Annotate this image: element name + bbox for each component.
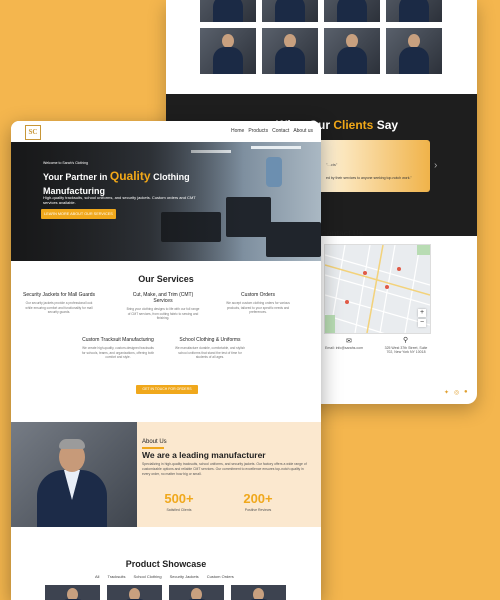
about-label: About Us (142, 439, 167, 445)
top-nav: SC Home Products Contact About us (11, 121, 321, 142)
filter-custom-orders[interactable]: Custom Orders (207, 574, 234, 579)
showcase-filters: All Tracksuits School Clothing Security … (95, 574, 234, 579)
testimonial-card: "...cts" ed by their services to anyone … (316, 140, 430, 192)
filter-all[interactable]: All (95, 574, 99, 579)
product-thumbnail[interactable] (324, 28, 380, 74)
services-title: Our Services (138, 274, 194, 284)
stat-satisfied-clients: 500+ Satisfied Clients (164, 491, 194, 512)
about-section: About Us We are a leading manufacturer S… (11, 422, 321, 527)
contact-map[interactable]: + − (324, 244, 431, 334)
map-streets (325, 245, 430, 333)
hero-section: Welcome to Sarah's Clothing Your Partner… (11, 142, 321, 261)
facebook-icon[interactable]: ● (464, 389, 468, 395)
learn-more-button[interactable]: LEARN MORE ABOUT OUR SERVICES (41, 209, 116, 219)
brand-logo[interactable]: SC (25, 125, 41, 140)
chevron-right-icon[interactable]: › (434, 160, 437, 171)
showcase-title: Product Showcase (125, 559, 207, 569)
nav-link-products[interactable]: Products (248, 128, 268, 134)
product-thumbnail[interactable] (200, 28, 256, 74)
map-pin-icon (345, 300, 349, 304)
front-page-window: SC Home Products Contact About us Welcom… (11, 121, 321, 600)
showcase-product[interactable] (45, 585, 100, 600)
showcase-product[interactable] (169, 585, 224, 600)
service-card[interactable]: Custom Orders We accept custom clothing … (221, 292, 295, 315)
nav-link-home[interactable]: Home (231, 128, 244, 134)
service-card[interactable]: Cut, Make, and Trim (CMT) Services Bring… (126, 292, 200, 321)
instagram-icon[interactable]: ◎ (454, 389, 459, 396)
twitter-icon[interactable]: ✦ (444, 389, 449, 396)
product-thumbnail[interactable] (386, 0, 442, 22)
contact-address: 325 West 37th Street, Suite 702, New Yor… (384, 346, 428, 354)
hero-subtitle: High-quality tracksuits, school uniforms… (43, 195, 196, 205)
map-pin-icon (397, 267, 401, 271)
about-photo (11, 422, 137, 527)
map-zoom-out-button[interactable]: − (418, 319, 426, 327)
map-pin-icon (385, 285, 389, 289)
service-card[interactable]: School Clothing & Uniforms We manufactur… (173, 337, 247, 360)
hero-welcome: Welcome to Sarah's Clothing (43, 161, 88, 165)
contact-title: Contact Us (321, 229, 364, 238)
service-card[interactable]: Security Jackets for Mall Guards Our sec… (22, 292, 96, 315)
contact-email[interactable]: Email: info@sarahs.com (324, 346, 364, 350)
product-thumbnail[interactable] (200, 0, 256, 22)
product-thumbnail[interactable] (262, 28, 318, 74)
filter-school-clothing[interactable]: School Clothing (134, 574, 162, 579)
showcase-product[interactable] (231, 585, 286, 600)
about-divider (142, 447, 164, 449)
location-icon: ⚲ (403, 337, 409, 344)
nav-link-about[interactable]: About us (293, 128, 313, 134)
filter-security-jackets[interactable]: Security Jackets (170, 574, 199, 579)
product-thumbnail[interactable] (262, 0, 318, 22)
filter-tracksuits[interactable]: Tracksuits (107, 574, 125, 579)
testimonial-text: ed by their services to anyone seeking t… (326, 176, 412, 180)
nav-link-contact[interactable]: Contact (272, 128, 289, 134)
nav-links: Home Products Contact About us (231, 128, 313, 134)
stat-positive-reviews: 200+ Positive Reviews (243, 491, 273, 512)
get-in-touch-button[interactable]: GET IN TOUCH FOR ORDERS (136, 385, 198, 394)
map-zoom-in-button[interactable]: + (418, 309, 426, 317)
product-thumbnail[interactable] (324, 0, 380, 22)
product-thumbnail[interactable] (386, 28, 442, 74)
about-body: Specializing in high-quality tracksuits,… (142, 462, 307, 476)
testimonial-heading: "...cts" (326, 162, 338, 167)
mail-icon: ✉ (346, 338, 352, 345)
map-pin-icon (363, 271, 367, 275)
hero-title: Your Partner in Quality Clothing Manufac… (43, 169, 190, 196)
service-card[interactable]: Custom Tracksuit Manufacturing We create… (81, 337, 155, 360)
showcase-product[interactable] (107, 585, 162, 600)
about-title: We are a leading manufacturer (142, 450, 266, 460)
